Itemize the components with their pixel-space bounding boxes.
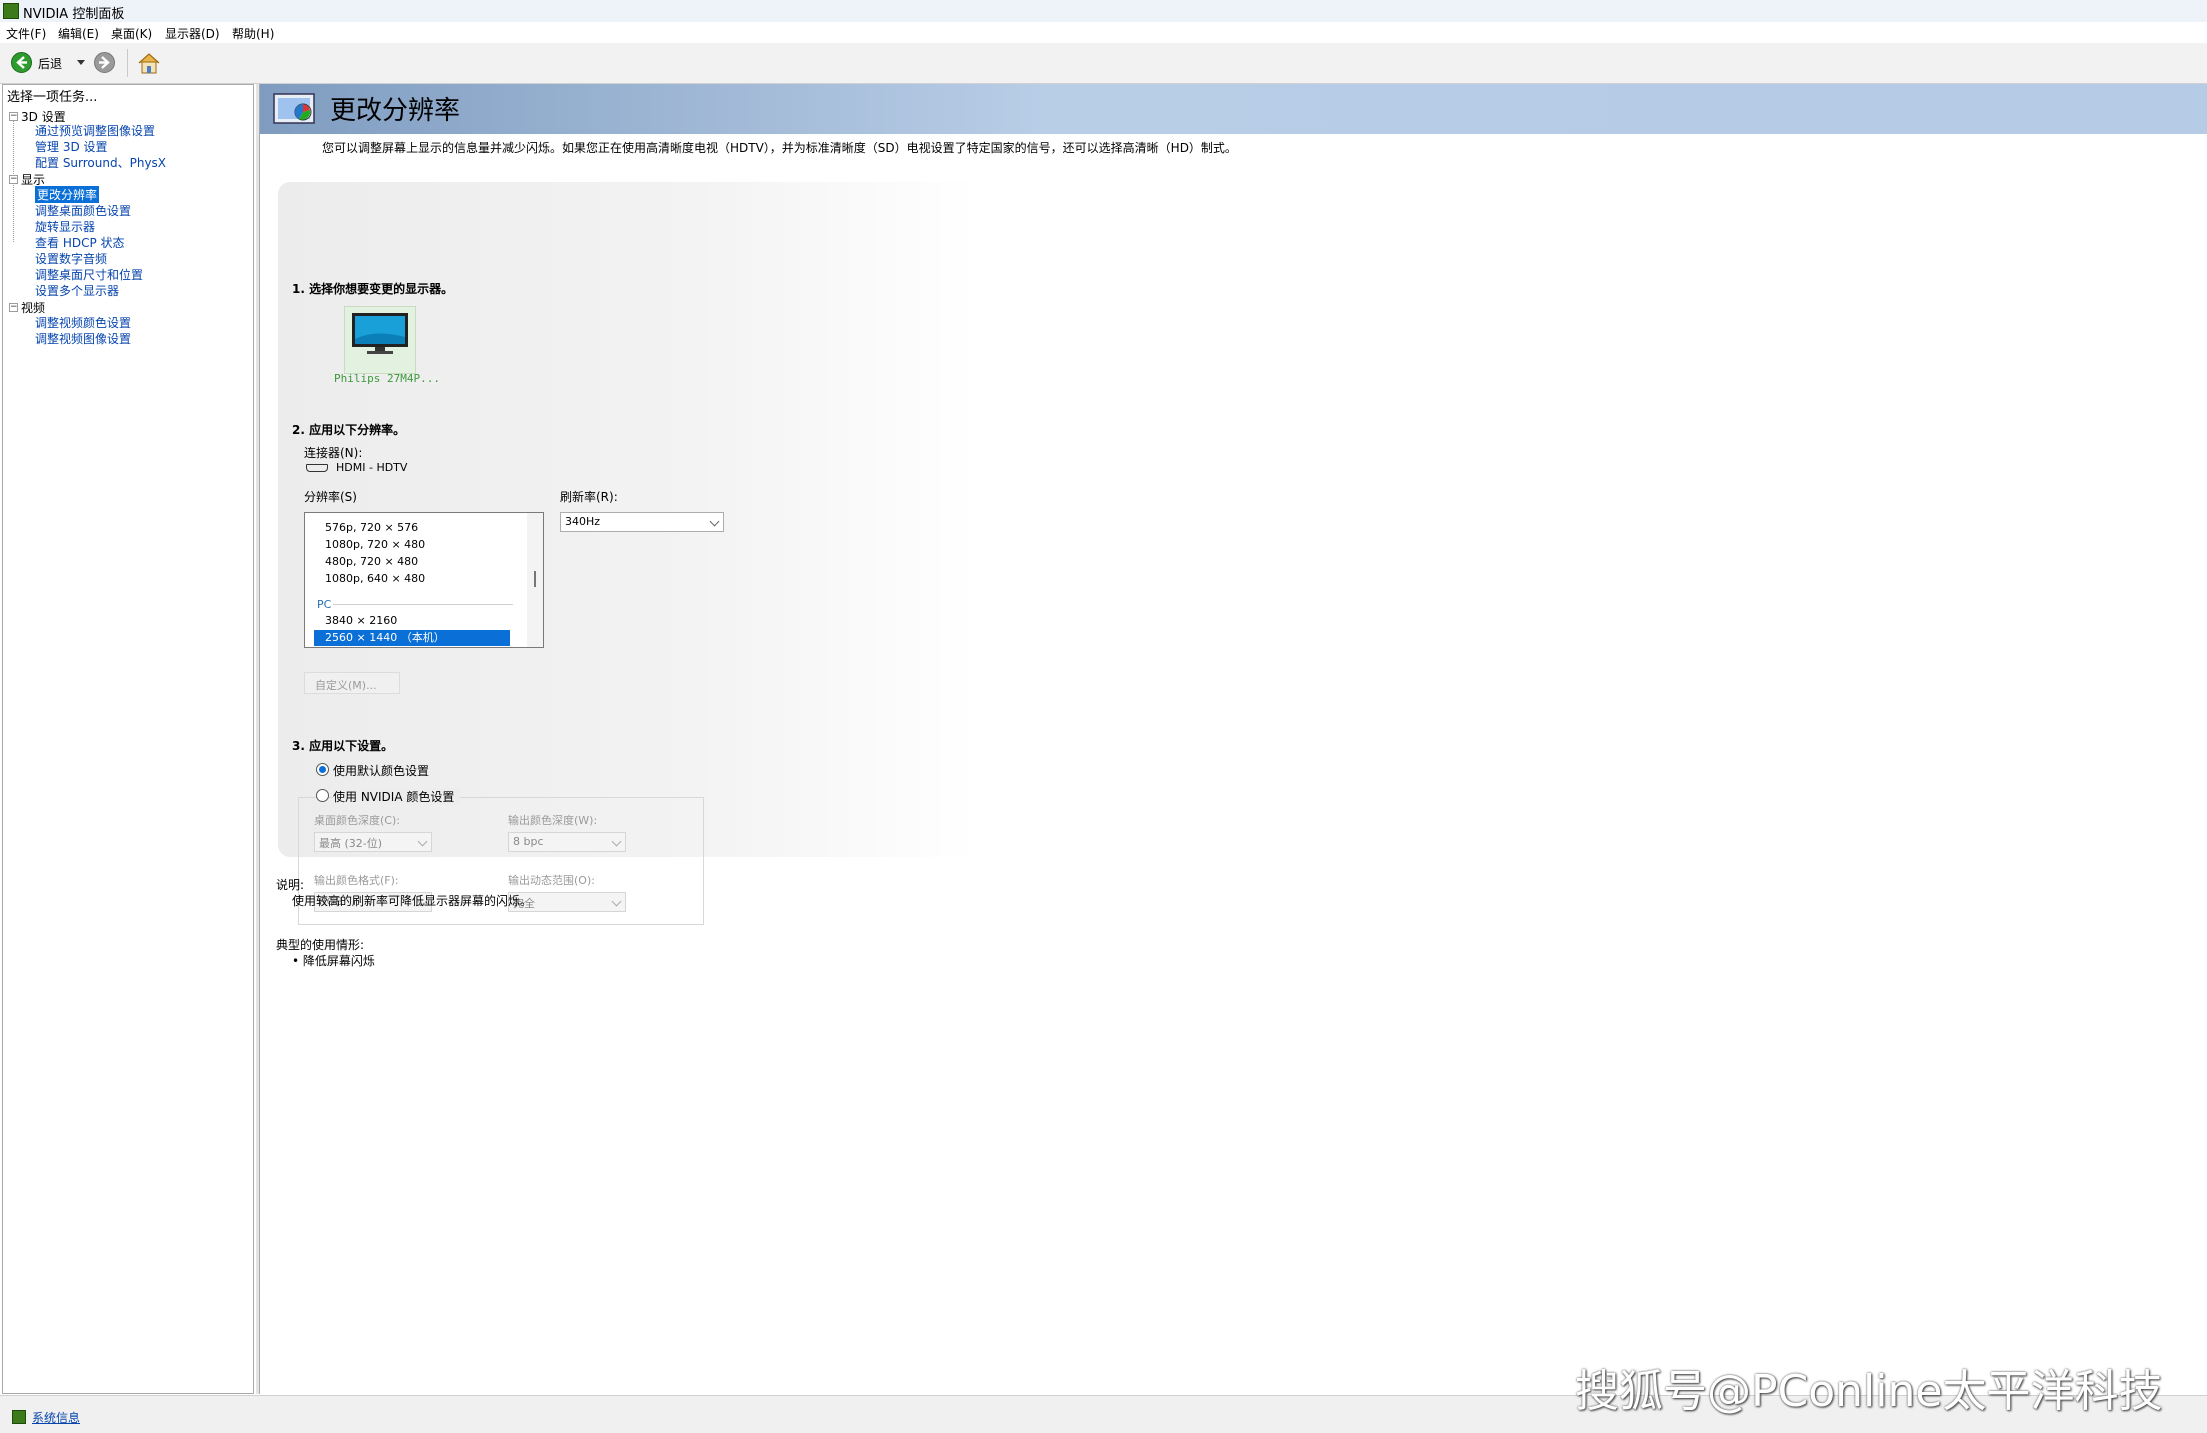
- nvidia-app-icon: [3, 3, 19, 19]
- main-content: 更改分辨率 您可以调整屏幕上显示的信息量并减少闪烁。如果您正在使用高清晰度电视（…: [259, 84, 2207, 1394]
- menu-help[interactable]: 帮助(H): [232, 25, 274, 42]
- window-title: NVIDIA 控制面板: [23, 7, 125, 22]
- radio-nvidia-color-label[interactable]: 使用 NVIDIA 颜色设置: [333, 788, 461, 805]
- toolbar: 后退: [0, 43, 2207, 84]
- menu-file[interactable]: 文件(F): [6, 25, 46, 42]
- output-dynamic-range-label: 输出动态范围(O):: [508, 874, 595, 887]
- monitor-icon: [352, 313, 408, 354]
- connector-label: 连接器(N):: [304, 446, 363, 460]
- page-banner: 更改分辨率: [260, 84, 2207, 134]
- menu-display[interactable]: 显示器(D): [165, 25, 220, 42]
- back-button-label[interactable]: 后退: [38, 55, 62, 72]
- radio-nvidia-color[interactable]: [316, 789, 329, 802]
- system-info-link[interactable]: 系统信息: [32, 1409, 80, 1426]
- toolbar-divider: [127, 49, 128, 77]
- chevron-down-icon: [611, 896, 622, 907]
- output-color-depth-label: 输出颜色深度(W):: [508, 814, 598, 827]
- list-item[interactable]: 576p, 720 × 576: [325, 521, 418, 534]
- list-scrollbar[interactable]: [527, 513, 543, 647]
- scrollbar-thumb[interactable]: [534, 571, 536, 587]
- desktop-color-depth-label: 桌面颜色深度(C):: [314, 814, 400, 827]
- chevron-down-icon: [417, 836, 428, 847]
- display-monitor-tile[interactable]: [344, 306, 416, 374]
- resolution-label: 分辨率(S): [304, 490, 357, 504]
- sidebar-item-digital-audio[interactable]: 设置数字音频: [35, 250, 107, 267]
- refresh-rate-label: 刷新率(R):: [560, 490, 618, 504]
- sidebar-item-preview-image[interactable]: 通过预览调整图像设置: [35, 122, 155, 139]
- home-icon[interactable]: [137, 52, 161, 74]
- menu-edit[interactable]: 编辑(E): [58, 25, 99, 42]
- sidebar-item-video-image[interactable]: 调整视频图像设置: [35, 330, 131, 347]
- menu-desktop[interactable]: 桌面(K): [111, 25, 152, 42]
- page-intro: 您可以调整屏幕上显示的信息量并减少闪烁。如果您正在使用高清晰度电视（HDTV），…: [322, 141, 1237, 155]
- sidebar-item-change-resolution[interactable]: 更改分辨率: [35, 186, 100, 203]
- list-item[interactable]: 480p, 720 × 480: [325, 555, 418, 568]
- sidebar-item-hdcp-status[interactable]: 查看 HDCP 状态: [35, 234, 125, 251]
- usage-item: • 降低屏幕闪烁: [292, 954, 375, 968]
- collapse-video-icon[interactable]: −: [9, 303, 18, 312]
- usage-label: 典型的使用情形:: [276, 938, 365, 952]
- custom-resolution-button[interactable]: 自定义(M)...: [304, 672, 400, 694]
- refresh-rate-value: 340Hz: [565, 515, 601, 528]
- collapse-3d-icon[interactable]: −: [9, 112, 18, 121]
- resolution-page-icon: [273, 90, 317, 128]
- list-item-selected[interactable]: 2560 × 1440 （本机）: [314, 630, 510, 646]
- step3-heading: 3. 应用以下设置。: [292, 739, 394, 753]
- sidebar-item-rotate-display[interactable]: 旋转显示器: [35, 218, 95, 235]
- description-label: 说明:: [276, 878, 305, 892]
- title-bar: NVIDIA 控制面板: [0, 0, 2207, 22]
- output-color-format-label: 输出颜色格式(F):: [314, 874, 399, 887]
- hdmi-connector-icon: [306, 464, 328, 472]
- radio-default-color-label[interactable]: 使用默认颜色设置: [333, 762, 429, 779]
- forward-arrow-icon[interactable]: [94, 52, 115, 73]
- output-color-depth-select[interactable]: 8 bpc: [508, 832, 626, 852]
- page-title: 更改分辨率: [330, 96, 461, 126]
- watermark-text: 搜狐号@PConline太平洋科技: [1575, 1366, 2163, 1417]
- description-text: 使用较高的刷新率可降低显示器屏幕的闪烁。: [292, 894, 533, 908]
- chevron-down-icon: [611, 836, 622, 847]
- step1-heading: 1. 选择你想要变更的显示器。: [292, 282, 454, 296]
- chevron-down-icon: [709, 516, 720, 527]
- sidebar-item-desktop-size[interactable]: 调整桌面尺寸和位置: [35, 266, 143, 283]
- radio-default-color[interactable]: [316, 763, 329, 776]
- sidebar-title: 选择一项任务...: [7, 90, 98, 105]
- output-color-depth-value: 8 bpc: [513, 835, 544, 848]
- display-name[interactable]: Philips 27M4P...: [334, 372, 440, 385]
- desktop-color-depth-select[interactable]: 最高 (32-位): [314, 832, 432, 852]
- system-info-icon[interactable]: [12, 1410, 26, 1424]
- group-divider: [333, 604, 513, 605]
- connector-value: HDMI - HDTV: [336, 461, 408, 474]
- task-sidebar: 选择一项任务... − 3D 设置 通过预览调整图像设置 管理 3D 设置 配置…: [2, 84, 254, 1394]
- sidebar-item-desktop-color[interactable]: 调整桌面颜色设置: [35, 202, 131, 219]
- refresh-rate-select[interactable]: 340Hz: [560, 512, 724, 532]
- menu-bar: 文件(F) 编辑(E) 桌面(K) 显示器(D) 帮助(H): [0, 22, 2207, 43]
- list-item[interactable]: 1080p, 720 × 480: [325, 538, 425, 551]
- sidebar-item-multiple-displays[interactable]: 设置多个显示器: [35, 282, 119, 299]
- sidebar-item-manage-3d[interactable]: 管理 3D 设置: [35, 138, 108, 155]
- resolution-listbox[interactable]: 576p, 720 × 576 1080p, 720 × 480 480p, 7…: [304, 512, 544, 648]
- pc-group-header: PC: [317, 598, 332, 611]
- step2-heading: 2. 应用以下分辨率。: [292, 423, 406, 437]
- sidebar-item-video-color[interactable]: 调整视频颜色设置: [35, 314, 131, 331]
- back-arrow-icon[interactable]: [11, 52, 32, 73]
- sidebar-item-surround-physx[interactable]: 配置 Surround、PhysX: [35, 154, 166, 171]
- back-history-dropdown-icon[interactable]: [77, 60, 85, 65]
- list-item[interactable]: 1080p, 640 × 480: [325, 572, 425, 585]
- settings-panel: 1. 选择你想要变更的显示器。 Philips 27M4P... 2. 应用以下…: [278, 182, 978, 925]
- list-item[interactable]: 3840 × 2160: [325, 614, 397, 627]
- desktop-color-depth-value: 最高 (32-位): [319, 837, 383, 850]
- collapse-display-icon[interactable]: −: [9, 175, 18, 184]
